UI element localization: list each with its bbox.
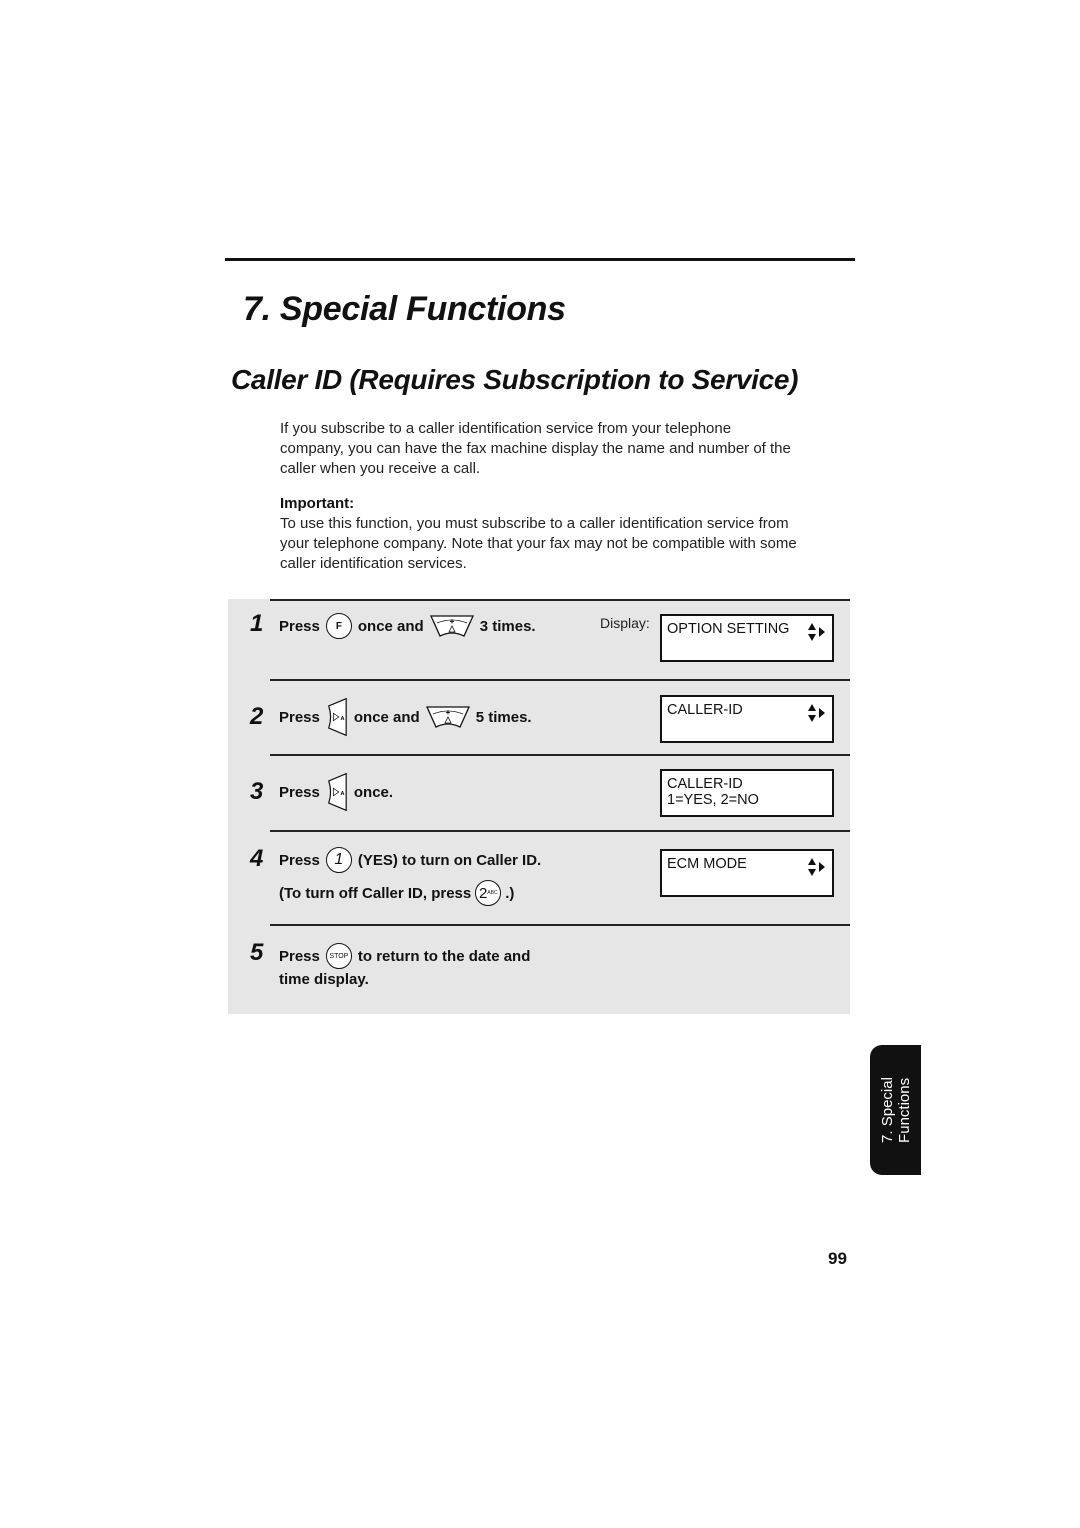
step-text: once and <box>353 708 420 726</box>
lcd-arrows-icon <box>806 703 828 723</box>
display-label: Display: <box>600 615 650 631</box>
step-number: 2 <box>250 703 264 730</box>
press-text: Press <box>279 617 320 635</box>
step-number: 4 <box>250 845 264 872</box>
press-text: Press <box>279 947 320 965</box>
step-number: 3 <box>250 778 264 805</box>
step-5-continued: time display. <box>279 971 369 988</box>
step-1-instruction: Press F once and 3 times. <box>279 613 536 639</box>
step-text: (YES) to turn on Caller ID. <box>357 851 542 869</box>
key-1-icon: 1 <box>325 847 352 873</box>
lcd-arrows-icon <box>806 622 828 642</box>
important-label: Important: <box>280 495 355 512</box>
step-text: 3 times. <box>479 617 536 635</box>
step-4-note: (To turn off Caller ID, press 2 ABC .) <box>279 880 514 906</box>
step-text: to return to the date and <box>357 947 531 965</box>
right-arrow-key-icon <box>326 772 348 812</box>
lcd-line: ECM MODE <box>667 856 747 872</box>
lcd-display: CALLER-ID 1=YES, 2=NO <box>660 769 834 817</box>
step-text: 5 times. <box>475 708 532 726</box>
step-text: once and <box>357 617 424 635</box>
stop-key-icon: STOP <box>325 943 352 969</box>
step-text: once. <box>353 783 394 801</box>
step-number: 5 <box>250 939 264 966</box>
step-text: time display. <box>279 971 369 988</box>
step-4-instruction: Press 1 (YES) to turn on Caller ID. <box>279 847 541 873</box>
key-2-abc-icon: 2 ABC <box>475 880 502 906</box>
step-text: .) <box>505 884 515 902</box>
lcd-line: CALLER-ID <box>667 702 743 718</box>
step-5-instruction: Press STOP to return to the date and <box>279 943 530 969</box>
important-line: To use this function, you must subscribe… <box>280 515 789 532</box>
section-title: Caller ID (Requires Subscription to Serv… <box>231 364 799 395</box>
important-line: your telephone company. Note that your f… <box>280 535 797 552</box>
top-rule <box>225 258 855 261</box>
step-3-instruction: Press once. <box>279 772 393 812</box>
important-paragraph: To use this function, you must subscribe… <box>280 514 850 574</box>
step-divider <box>270 924 850 926</box>
key-digit: 2 <box>478 884 488 902</box>
step-divider <box>270 754 850 756</box>
lcd-arrows-icon <box>806 857 828 877</box>
lcd-line: CALLER-ID <box>667 776 743 792</box>
lcd-display: ECM MODE <box>660 849 834 897</box>
step-text: (To turn off Caller ID, press <box>279 884 472 902</box>
press-text: Press <box>279 783 320 801</box>
important-line: caller identification services. <box>280 555 467 572</box>
up-down-arrow-key-icon <box>426 705 470 729</box>
side-tab-line: Functions <box>895 1077 913 1143</box>
function-key-icon: F <box>325 613 352 639</box>
chapter-side-tab: 7. Special Functions <box>870 1045 921 1175</box>
lcd-display: OPTION SETTING <box>660 614 834 662</box>
page-number: 99 <box>828 1249 847 1268</box>
press-text: Press <box>279 708 320 726</box>
intro-line: If you subscribe to a caller identificat… <box>280 420 732 437</box>
steps-panel: 1 Press F once and 3 times. Display: OPT… <box>228 599 850 1014</box>
press-text: Press <box>279 851 320 869</box>
intro-line: caller when you receive a call. <box>280 460 481 477</box>
key-letters: ABC <box>487 890 498 896</box>
step-divider <box>270 830 850 832</box>
up-down-arrow-key-icon <box>430 614 474 638</box>
side-tab-line: 7. Special <box>878 1077 896 1143</box>
step-divider <box>270 679 850 681</box>
lcd-line: 1=YES, 2=NO <box>667 792 759 808</box>
side-tab-label: 7. Special Functions <box>879 1077 913 1143</box>
intro-paragraph: If you subscribe to a caller identificat… <box>280 419 850 479</box>
lcd-display: CALLER-ID <box>660 695 834 743</box>
step-number: 1 <box>250 610 264 637</box>
step-2-instruction: Press once and 5 times. <box>279 697 532 737</box>
right-arrow-key-icon <box>326 697 348 737</box>
lcd-line: OPTION SETTING <box>667 621 790 637</box>
chapter-title: 7. Special Functions <box>243 290 566 328</box>
step-divider <box>270 599 850 601</box>
intro-line: company, you can have the fax machine di… <box>280 440 791 457</box>
